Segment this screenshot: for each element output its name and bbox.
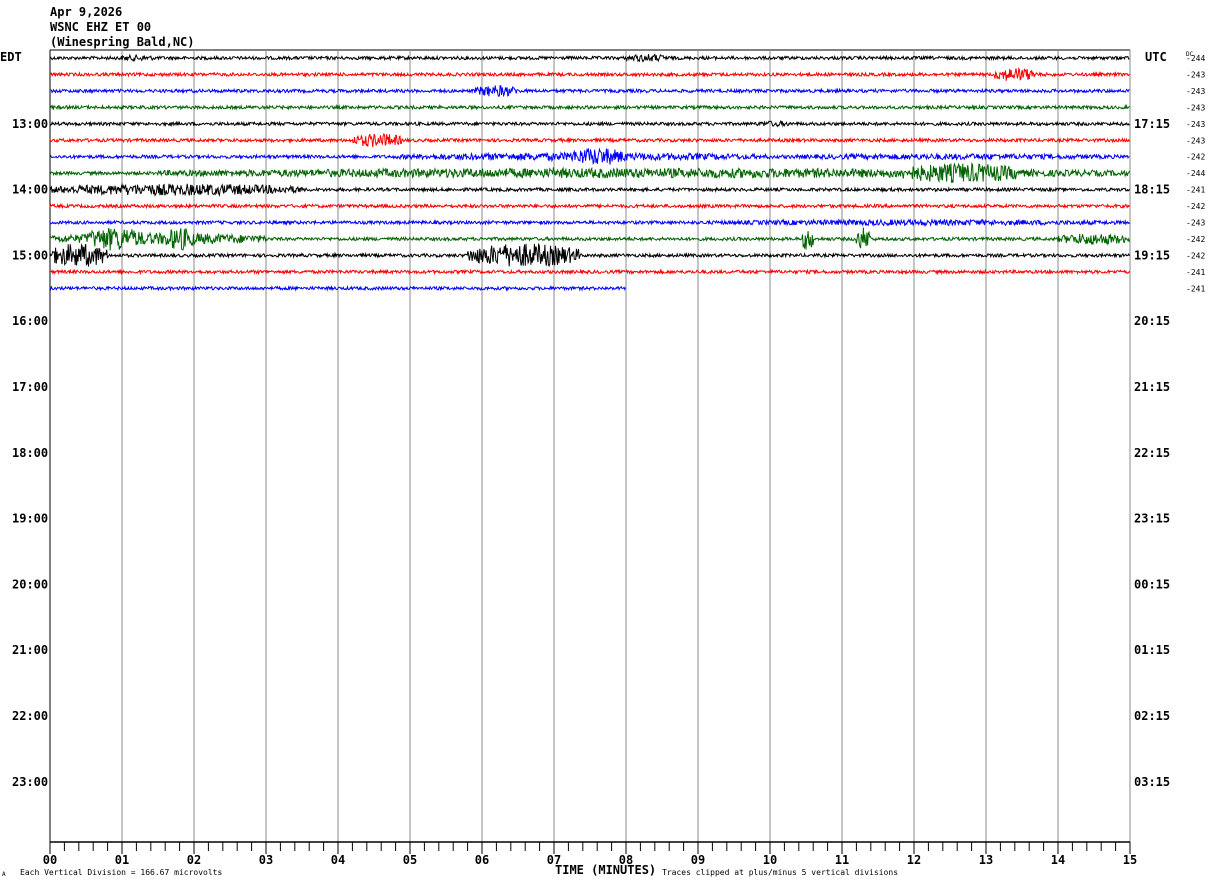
utc-hour-label: 01:15	[1134, 643, 1170, 657]
utc-hour-label: 20:15	[1134, 314, 1170, 328]
dc-offset-label: -244	[1186, 169, 1205, 178]
edt-hour-label: 20:00	[12, 577, 48, 591]
edt-hour-label: 15:00	[12, 248, 48, 262]
right-timezone: UTC	[1145, 50, 1167, 64]
trace-row	[49, 217, 1130, 227]
x-tick-label: 00	[43, 853, 57, 867]
edt-hour-label: 18:00	[12, 446, 48, 460]
x-tick-label: 05	[403, 853, 417, 867]
dc-offset-label: -243	[1186, 219, 1205, 228]
corner-mark: A	[2, 871, 6, 878]
x-tick-label: 10	[763, 853, 777, 867]
x-tick-label: 09	[691, 853, 705, 867]
scale-note: Each Vertical Division = 166.67 microvol…	[20, 868, 222, 877]
x-tick-label: 06	[475, 853, 489, 867]
dc-offset-label: -243	[1186, 70, 1205, 79]
dc-offset-label: -243	[1186, 120, 1205, 129]
x-tick-label: 04	[331, 853, 345, 867]
x-tick-label: 02	[187, 853, 201, 867]
utc-hour-label: 23:15	[1134, 512, 1170, 526]
x-axis-title: TIME (MINUTES)	[555, 863, 656, 877]
trace-row	[49, 147, 1130, 165]
x-tick-label: 11	[835, 853, 849, 867]
utc-hour-label: 02:15	[1134, 709, 1170, 723]
edt-hour-label: 21:00	[12, 643, 48, 657]
trace-row	[49, 202, 1130, 210]
dc-offset-label: -244	[1186, 54, 1205, 63]
x-tick-label: 03	[259, 853, 273, 867]
utc-hour-label: 03:15	[1134, 775, 1170, 789]
trace-row	[49, 103, 1130, 111]
utc-hour-label: 18:15	[1134, 183, 1170, 197]
dc-offset-label: -242	[1186, 235, 1205, 244]
dc-offset-label: -243	[1186, 103, 1205, 112]
dc-offset-label: -242	[1186, 202, 1205, 211]
dc-offset-label: -241	[1186, 284, 1205, 293]
x-tick-label: 12	[907, 853, 921, 867]
utc-hour-label: 19:15	[1134, 248, 1170, 262]
clip-note: Traces clipped at plus/minus 5 vertical …	[662, 868, 898, 877]
date-label: Apr 9,2026	[50, 5, 122, 19]
dc-offset-label: -243	[1186, 136, 1205, 145]
trace-row	[49, 53, 1130, 63]
dc-offset-label: -243	[1186, 87, 1205, 96]
trace-row	[50, 84, 1130, 98]
edt-hour-label: 13:00	[12, 117, 48, 131]
time-labels: -244 -243 -243 -243 -243 -243 -242 -244 -241 -242…	[12, 54, 1205, 789]
x-tick-label: 13	[979, 853, 993, 867]
left-timezone: EDT	[0, 50, 22, 64]
location-label: (Winespring Bald,NC)	[50, 35, 195, 49]
x-tick-label: 15	[1123, 853, 1137, 867]
station-label: WSNC EHZ ET 00	[50, 20, 151, 34]
trace-row	[49, 227, 1130, 251]
edt-hour-label: 17:00	[12, 380, 48, 394]
trace-row	[49, 67, 1130, 81]
edt-hour-label: 23:00	[12, 775, 48, 789]
edt-hour-label: 16:00	[12, 314, 48, 328]
trace-row	[49, 162, 1130, 183]
x-tick-label: 01	[115, 853, 129, 867]
utc-hour-label: 00:15	[1134, 577, 1170, 591]
edt-hour-label: 14:00	[12, 183, 48, 197]
trace-row	[49, 119, 1130, 128]
utc-hour-label: 17:15	[1134, 117, 1170, 131]
trace-row	[49, 182, 1130, 198]
trace-row	[49, 268, 1130, 276]
dc-offset-label: -241	[1186, 268, 1205, 277]
dc-offset-label: -242	[1186, 153, 1205, 162]
trace-row	[49, 242, 1130, 267]
utc-hour-label: 21:15	[1134, 380, 1170, 394]
edt-hour-label: 22:00	[12, 709, 48, 723]
x-tick-label: 14	[1051, 853, 1065, 867]
traces	[49, 53, 1130, 292]
trace-row	[49, 132, 1130, 148]
utc-hour-label: 22:15	[1134, 446, 1170, 460]
dc-offset-label: -241	[1186, 186, 1205, 195]
edt-hour-label: 19:00	[12, 512, 48, 526]
dc-offset-label: -242	[1186, 251, 1205, 260]
helicorder-chart: Apr 9,2026 WSNC EHZ ET 00 (Winespring Ba…	[0, 5, 1205, 878]
